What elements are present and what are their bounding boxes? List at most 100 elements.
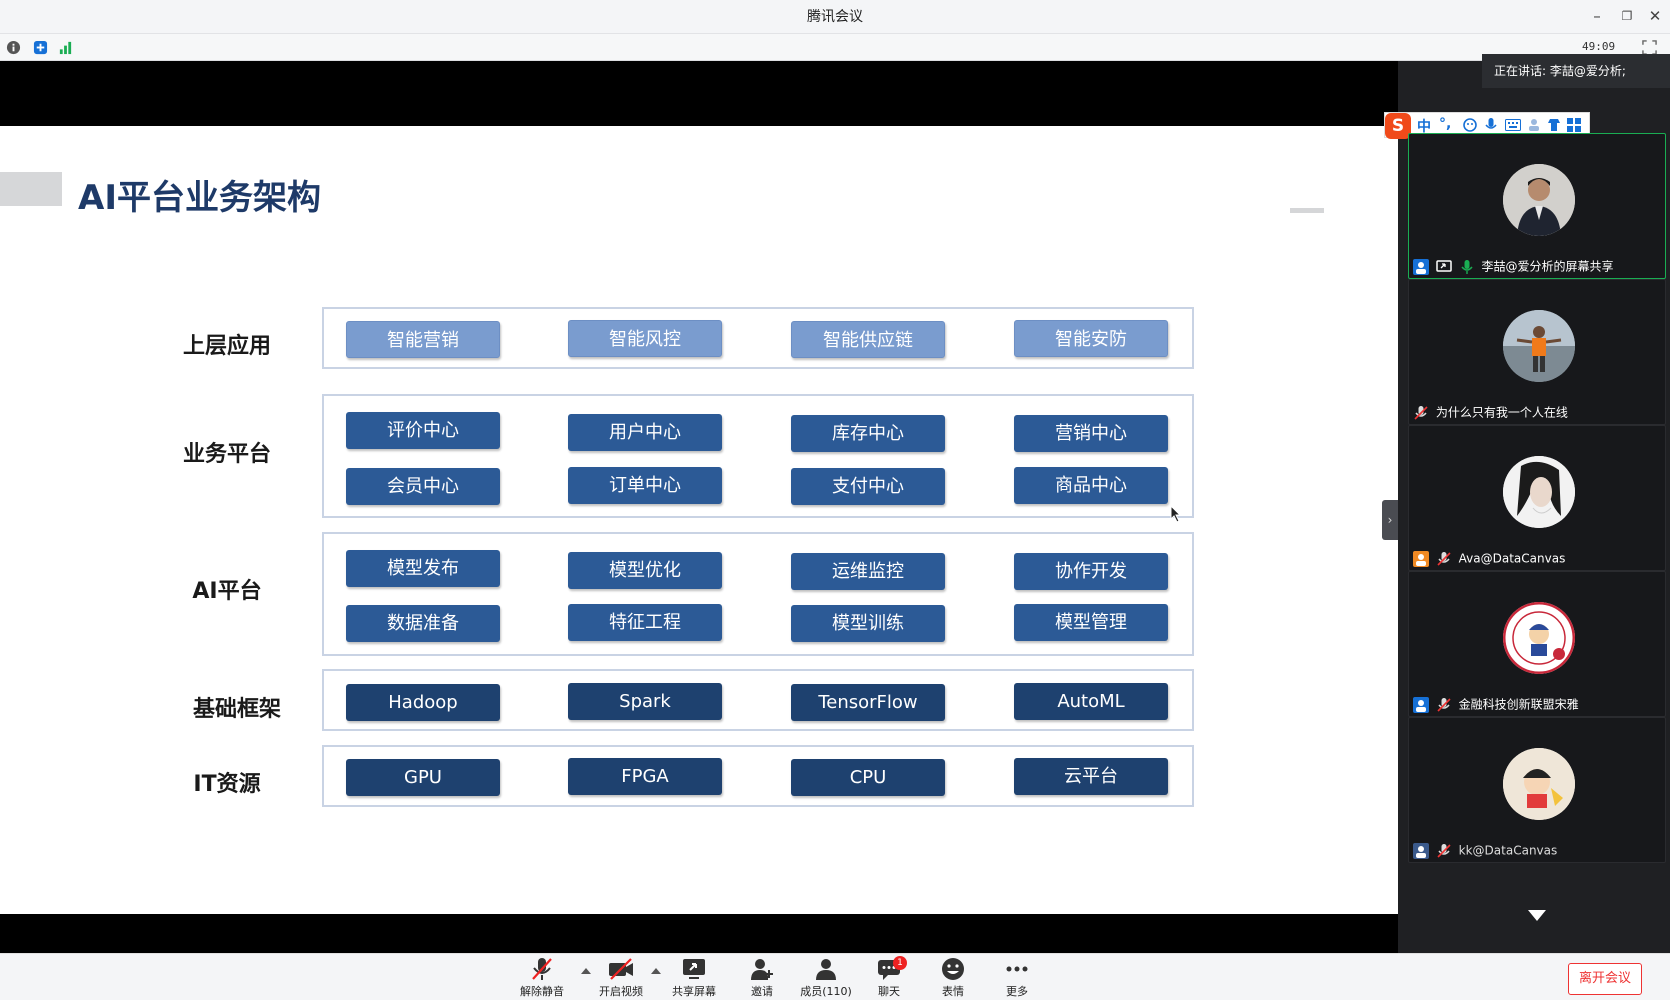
- avatar: [1503, 456, 1575, 528]
- participant-tile[interactable]: 李喆@爱分析的屏幕共享: [1408, 133, 1666, 279]
- chat-label: 聊天: [878, 985, 900, 998]
- start-video-label: 开启视频: [599, 985, 643, 998]
- chip-spark: Spark: [568, 683, 722, 720]
- scroll-down-icon[interactable]: [1528, 910, 1546, 921]
- ime-keyboard-icon[interactable]: [1505, 119, 1521, 131]
- ime-emoji-icon[interactable]: [1463, 118, 1477, 132]
- row-frame-apps: 智能营销 智能风控 智能供应链 智能安防: [322, 307, 1194, 369]
- participant-tile[interactable]: Ava@DataCanvas: [1408, 425, 1666, 571]
- chip-data-prep: 数据准备: [346, 605, 500, 642]
- share-screen-icon: [683, 959, 705, 979]
- participant-tile[interactable]: 金融科技创新联盟宋雅: [1408, 571, 1666, 717]
- more-button[interactable]: 更多: [985, 956, 1049, 1000]
- participant-tile[interactable]: kk@DataCanvas: [1408, 717, 1666, 863]
- members-button[interactable]: 成员(110): [794, 956, 858, 1000]
- chip-smart-security: 智能安防: [1014, 320, 1168, 357]
- chip-user-center: 用户中心: [568, 414, 722, 451]
- ime-toolbox-icon[interactable]: [1567, 118, 1581, 132]
- chip-smart-risk-control: 智能风控: [568, 320, 722, 357]
- chip-product-center: 商品中心: [1014, 467, 1168, 504]
- row-label-business: 业务平台: [182, 442, 271, 467]
- meeting-info-bar: 49:09: [0, 34, 1670, 61]
- participant-name: 李喆@爱分析的屏幕共享: [1481, 259, 1614, 274]
- meeting-window: 腾讯会议 – ❐ ✕ 49:09 AI平台业务架构 上层应用 智能营销 智能风控…: [0, 0, 1670, 1000]
- ime-user-icon[interactable]: [1527, 118, 1541, 132]
- row-frame-business: 评价中心 用户中心 库存中心 营销中心 会员中心 订单中心 支付中心 商品中心: [322, 394, 1194, 518]
- chip-automl: AutoML: [1014, 683, 1168, 720]
- chip-inventory-center: 库存中心: [791, 415, 945, 452]
- meeting-timer: 49:09: [1582, 40, 1616, 53]
- restore-button[interactable]: ❐: [1616, 5, 1638, 27]
- ime-skin-icon[interactable]: [1547, 118, 1561, 132]
- mic-muted-icon: [1437, 697, 1451, 712]
- chip-gpu: GPU: [346, 759, 500, 796]
- chip-payment-center: 支付中心: [791, 468, 945, 505]
- close-button[interactable]: ✕: [1644, 5, 1666, 27]
- mic-muted-icon: [1437, 551, 1451, 566]
- title-accent-bar: [0, 172, 62, 206]
- speaking-indicator: 正在讲话: 李喆@爱分析;: [1482, 54, 1670, 88]
- participant-name: kk@DataCanvas: [1458, 843, 1558, 858]
- avatar: [1503, 164, 1575, 236]
- participant-name-row: kk@DataCanvas: [1413, 841, 1557, 859]
- chip-feature-engineering: 特征工程: [568, 604, 722, 641]
- camera-off-icon: [609, 958, 633, 980]
- minimize-button[interactable]: –: [1586, 5, 1608, 27]
- mouse-cursor-icon: [1170, 505, 1182, 523]
- row-frame-frameworks: Hadoop Spark TensorFlow AutoML: [322, 669, 1194, 731]
- mic-active-icon: [1461, 259, 1473, 274]
- participant-name-row: 为什么只有我一个人在线: [1413, 403, 1568, 421]
- start-video-button[interactable]: 开启视频: [589, 956, 653, 1000]
- chip-smart-marketing: 智能营销: [346, 321, 500, 358]
- presentation-slide: AI平台业务架构 上层应用 智能营销 智能风控 智能供应链 智能安防 业务平台 …: [0, 126, 1398, 914]
- chip-smart-supply-chain: 智能供应链: [791, 321, 945, 358]
- participant-name: 金融科技创新联盟宋雅: [1458, 697, 1579, 712]
- slide-dash-decoration: [1290, 208, 1324, 213]
- more-label: 更多: [1006, 985, 1028, 998]
- participant-name-row: 金融科技创新联盟宋雅: [1413, 695, 1579, 713]
- emoji-button[interactable]: 表情: [921, 956, 985, 1000]
- leave-meeting-button[interactable]: 离开会议: [1568, 963, 1642, 995]
- signal-icon[interactable]: [58, 40, 73, 55]
- chip-marketing-center: 营销中心: [1014, 415, 1168, 452]
- row-frame-it-resources: GPU FPGA CPU 云平台: [322, 745, 1194, 807]
- user-icon: [1413, 696, 1429, 713]
- mic-muted-icon: [1437, 843, 1451, 858]
- title-bar: 腾讯会议 – ❐ ✕: [0, 0, 1670, 34]
- slide-title: AI平台业务架构: [78, 178, 321, 218]
- share-screen-label: 共享屏幕: [672, 985, 716, 998]
- avatar: [1503, 748, 1575, 820]
- unmute-button[interactable]: 解除静音: [510, 956, 574, 1000]
- chip-collab-dev: 协作开发: [1014, 553, 1168, 590]
- more-dots-icon: [1006, 966, 1028, 972]
- participant-name-row: 李喆@爱分析的屏幕共享: [1413, 257, 1614, 275]
- participant-name: Ava@DataCanvas: [1458, 551, 1566, 566]
- screen-share-icon: [1436, 259, 1452, 272]
- info-icon[interactable]: [6, 40, 21, 55]
- participant-tile[interactable]: 为什么只有我一个人在线: [1408, 279, 1666, 425]
- ime-voice-icon[interactable]: [1485, 118, 1497, 133]
- video-options-caret-icon[interactable]: [651, 968, 661, 974]
- row-label-it-resources: IT资源: [193, 772, 261, 797]
- chat-button[interactable]: 1 聊天: [857, 956, 921, 1000]
- fullscreen-icon[interactable]: [1642, 40, 1657, 55]
- chat-unread-badge: 1: [893, 956, 907, 970]
- user-icon: [1413, 842, 1429, 859]
- row-label-ai-platform: AI平台: [192, 579, 262, 604]
- chip-model-optimization: 模型优化: [568, 552, 722, 589]
- ime-punct-toggle[interactable]: °,: [1439, 116, 1451, 132]
- row-label-frameworks: 基础框架: [192, 697, 281, 722]
- invite-button[interactable]: 邀请: [730, 956, 794, 1000]
- emoji-icon: [942, 958, 964, 980]
- members-icon: [816, 959, 836, 980]
- emoji-label: 表情: [942, 985, 964, 998]
- chip-order-center: 订单中心: [568, 467, 722, 504]
- chip-model-management: 模型管理: [1014, 604, 1168, 641]
- participant-name: 为什么只有我一个人在线: [1435, 405, 1568, 420]
- shared-screen: AI平台业务架构 上层应用 智能营销 智能风控 智能供应链 智能安防 业务平台 …: [0, 61, 1398, 953]
- chip-hadoop: Hadoop: [346, 684, 500, 721]
- collapse-panel-button[interactable]: ›: [1382, 500, 1398, 540]
- security-shield-icon[interactable]: [33, 40, 48, 55]
- share-screen-button[interactable]: 共享屏幕: [662, 956, 726, 1000]
- chip-model-training: 模型训练: [791, 605, 945, 642]
